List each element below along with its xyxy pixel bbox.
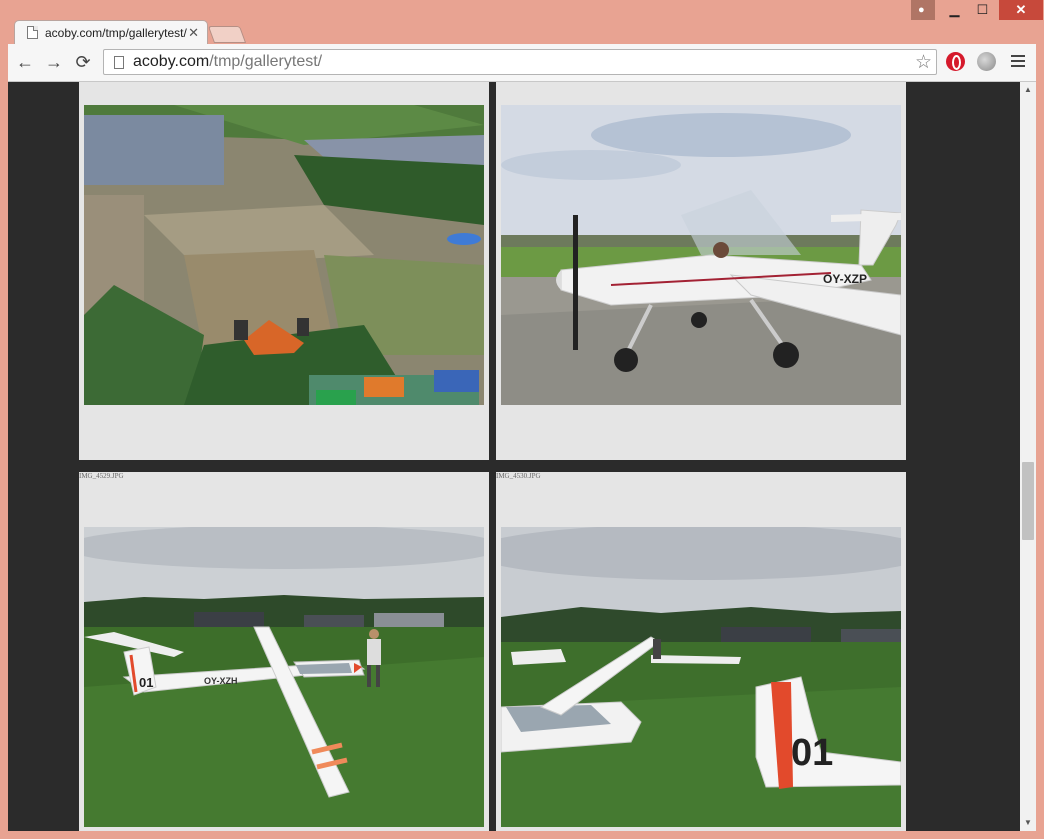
scroll-up-icon[interactable]: ▲	[1024, 85, 1032, 94]
url-text[interactable]: acoby.com/tmp/gallerytest/	[133, 53, 322, 71]
image-caption: IMG_4530.JPG	[496, 472, 541, 480]
profile-button[interactable]: ●	[911, 0, 935, 20]
gallery-item[interactable]: OY-XZP	[496, 82, 906, 460]
globe-extension-icon[interactable]	[977, 52, 996, 71]
reload-button[interactable]: ⟳	[72, 51, 94, 73]
tab-title: acoby.com/tmp/gallerytest/	[45, 26, 187, 40]
scroll-down-icon[interactable]: ▼	[1024, 818, 1032, 827]
address-bar[interactable]: acoby.com/tmp/gallerytest/ ☆	[103, 49, 937, 75]
festival-aerial-photo[interactable]	[84, 105, 484, 405]
person-icon: ●	[918, 4, 925, 16]
svg-text:OY-XZP: OY-XZP	[823, 272, 867, 286]
bookmark-star-icon[interactable]: ☆	[915, 51, 932, 74]
minimize-button[interactable]: ▁	[940, 0, 969, 20]
page-icon	[114, 56, 124, 69]
svg-text:OY-XZH: OY-XZH	[204, 676, 238, 686]
gallery-item[interactable]	[79, 82, 489, 460]
svg-text:01: 01	[791, 732, 833, 774]
gallery-item[interactable]: IMG_4529.JPG 01 OY-XZH	[79, 472, 489, 831]
page-icon	[27, 26, 38, 39]
motor-glider-photo[interactable]: OY-XZP	[501, 105, 901, 405]
vertical-scrollbar[interactable]: ▲ ▼	[1020, 82, 1036, 831]
svg-text:01: 01	[139, 675, 153, 690]
maximize-button[interactable]: ☐	[968, 0, 997, 20]
tab-gallerytest[interactable]: acoby.com/tmp/gallerytest/ ✕	[14, 20, 208, 45]
url-host: acoby.com	[133, 53, 210, 70]
glider-01-photo[interactable]: 01	[501, 527, 901, 827]
tab-close-icon[interactable]: ✕	[188, 25, 199, 41]
menu-icon[interactable]	[1011, 53, 1025, 69]
back-button[interactable]: ←	[14, 51, 36, 73]
toolbar: ← → ⟳ acoby.com/tmp/gallerytest/ ☆	[8, 44, 1036, 82]
page-viewport: OY-XZP IMG_4529.JPG 01 OY-XZH IMG_4530.J…	[8, 82, 1020, 831]
close-window-button[interactable]: ✕	[999, 0, 1043, 20]
opera-extension-icon[interactable]	[946, 52, 965, 71]
new-tab-button[interactable]	[207, 26, 247, 43]
gallery-item[interactable]: IMG_4530.JPG 01	[496, 472, 906, 831]
forward-button[interactable]: →	[43, 51, 65, 73]
scrollbar-thumb[interactable]	[1022, 462, 1034, 540]
browser-window: acoby.com/tmp/gallerytest/ ✕ ● ▁ ☐ ✕ ← →…	[0, 0, 1044, 839]
glider-oy-xzh-photo[interactable]: 01 OY-XZH	[84, 527, 484, 827]
url-path: /tmp/gallerytest/	[209, 53, 323, 70]
tab-strip: acoby.com/tmp/gallerytest/ ✕	[0, 0, 1044, 45]
image-caption: IMG_4529.JPG	[79, 472, 124, 480]
